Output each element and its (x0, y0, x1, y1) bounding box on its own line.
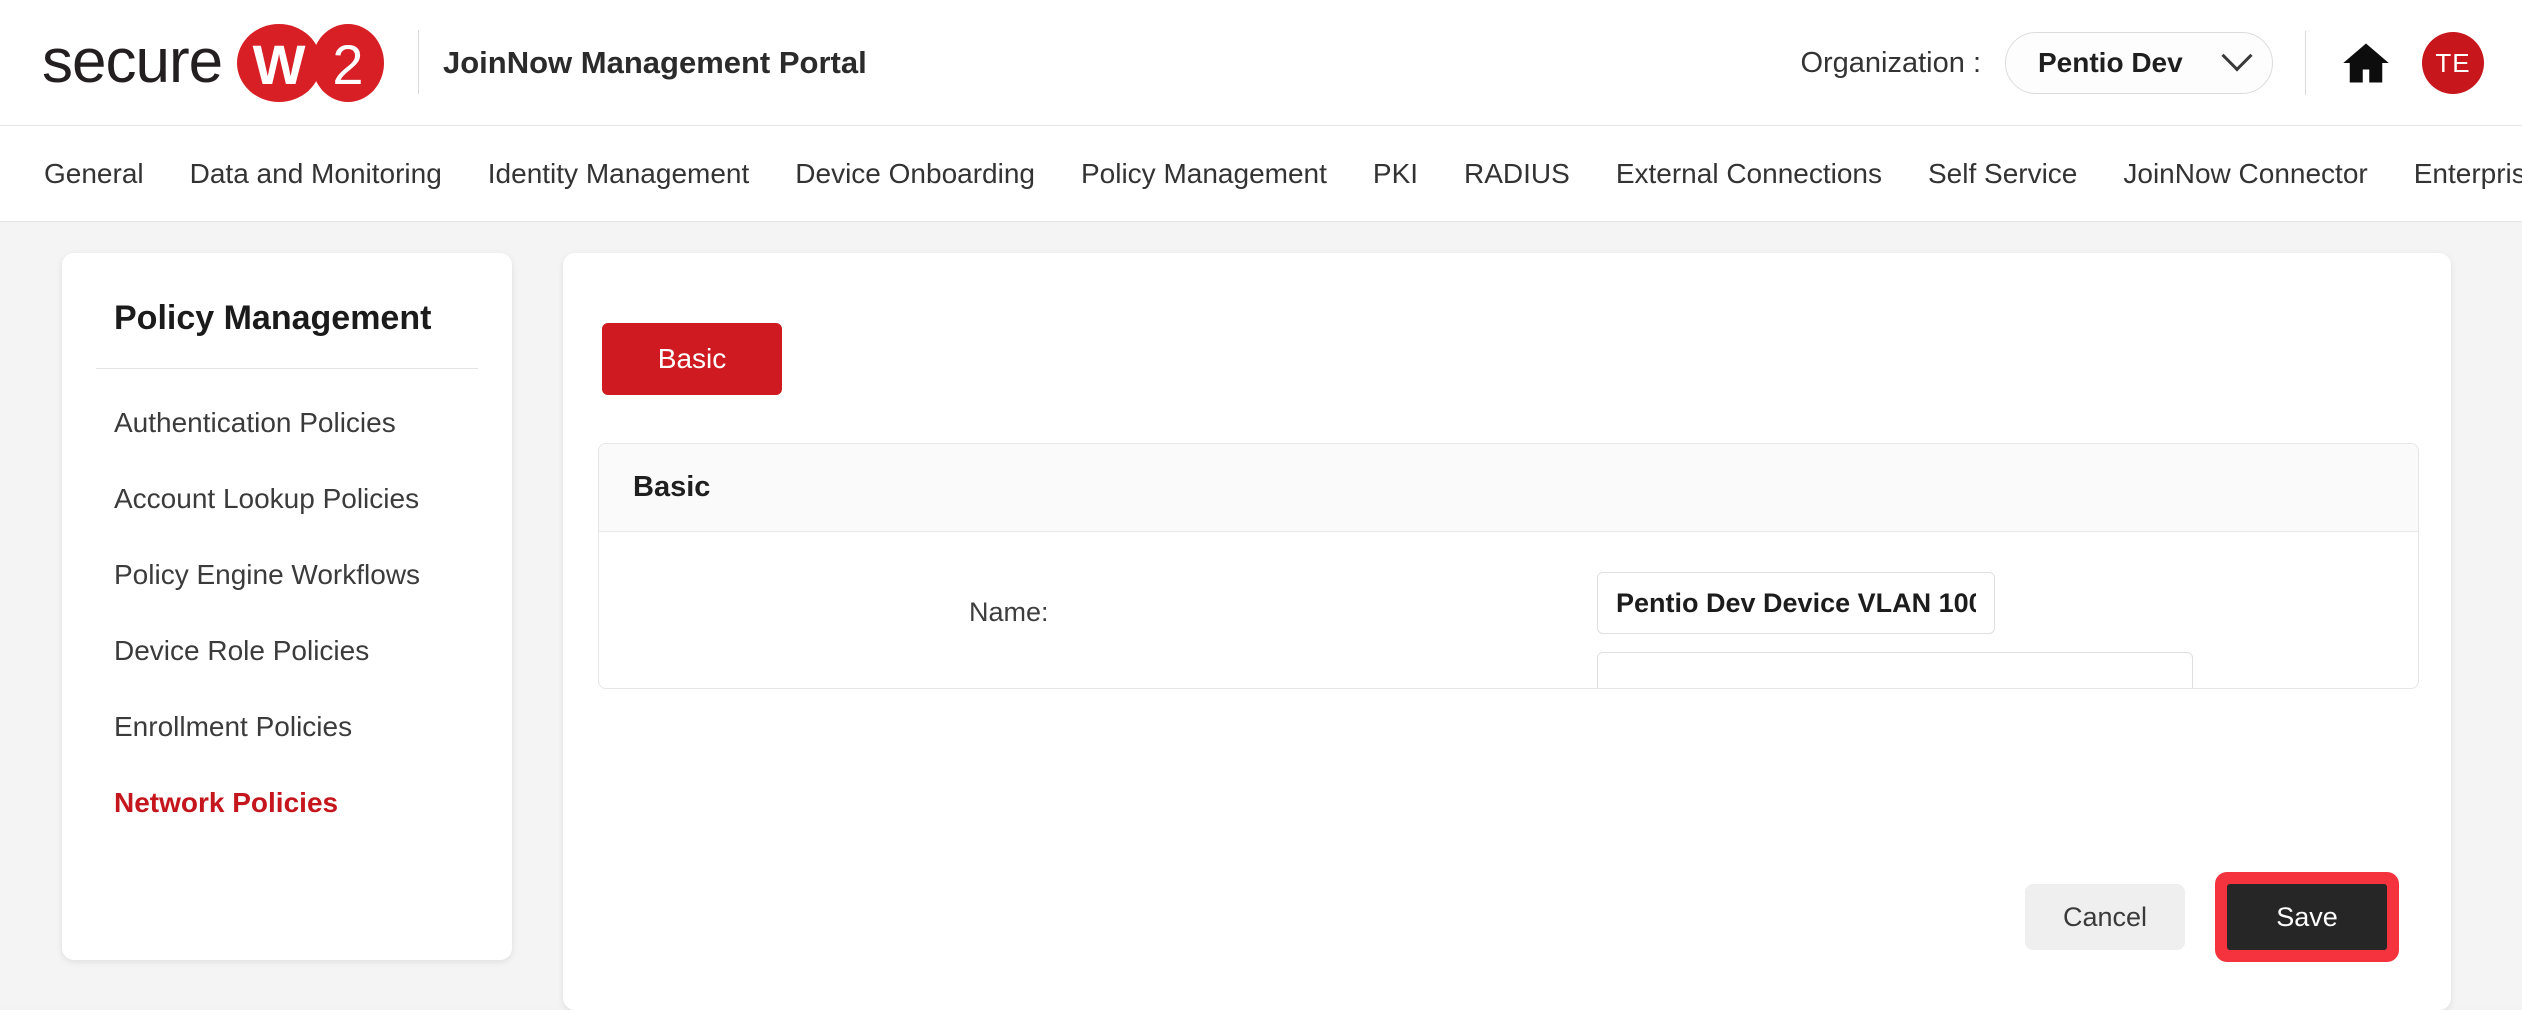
header-divider (418, 30, 419, 94)
app-header: secure W 2 JoinNow Management Portal Org… (0, 0, 2522, 126)
basic-panel-title: Basic (633, 471, 711, 503)
sidebar-item-enrollment-policies[interactable]: Enrollment Policies (94, 689, 480, 765)
name-input[interactable] (1597, 572, 1995, 634)
nav-item-enterprise-client[interactable]: Enterprise Client (2414, 158, 2522, 190)
sidebar-item-account-lookup-policies[interactable]: Account Lookup Policies (94, 461, 480, 537)
nav-item-device-onboarding[interactable]: Device Onboarding (795, 158, 1035, 190)
name-label: Name: (969, 597, 1049, 627)
nav-item-identity-management[interactable]: Identity Management (488, 158, 750, 190)
basic-panel-body: Name: Display Description: (599, 532, 2418, 688)
avatar[interactable]: TE (2422, 32, 2484, 94)
basic-panel: Basic Name: Display Description: (598, 443, 2419, 689)
tab-basic[interactable]: Basic (602, 323, 782, 395)
nav-item-policy-management[interactable]: Policy Management (1081, 158, 1327, 190)
nav-item-joinnow-connector[interactable]: JoinNow Connector (2123, 158, 2367, 190)
nav-item-data-and-monitoring[interactable]: Data and Monitoring (190, 158, 442, 190)
sidebar: Policy Management Authentication Policie… (62, 253, 512, 960)
sidebar-title: Policy Management (114, 299, 432, 337)
sidebar-item-network-policies[interactable]: Network Policies (94, 765, 480, 841)
svg-text:2: 2 (332, 33, 363, 96)
nav-item-self-service[interactable]: Self Service (1928, 158, 2077, 190)
sidebar-item-policy-engine-workflows[interactable]: Policy Engine Workflows (94, 537, 480, 613)
sidebar-item-authentication-policies[interactable]: Authentication Policies (94, 385, 480, 461)
nav-item-general[interactable]: General (44, 158, 144, 190)
tab-bar: Basic (602, 323, 782, 395)
svg-text:W: W (253, 33, 306, 96)
sidebar-item-device-role-policies[interactable]: Device Role Policies (94, 613, 480, 689)
organization-label: Organization : (1800, 46, 1981, 79)
nav-item-external-connections[interactable]: External Connections (1616, 158, 1882, 190)
cancel-button[interactable]: Cancel (2025, 884, 2185, 950)
save-button[interactable]: Save (2227, 884, 2387, 950)
securew2-logo-svg: secure W 2 (42, 24, 384, 102)
form-actions: Cancel Save (2025, 872, 2399, 962)
organization-selected-value: Pentio Dev (2038, 47, 2183, 78)
main-content-card: Basic Basic Name: Display Description: C… (563, 253, 2451, 1010)
basic-panel-header: Basic (599, 444, 2418, 532)
svg-text:secure: secure (42, 27, 222, 96)
header-right-controls: Organization : Pentio Dev TE (1800, 0, 2522, 126)
chevron-down-icon (2221, 40, 2253, 72)
save-button-highlight: Save (2215, 872, 2399, 962)
page-body: Policy Management Authentication Policie… (0, 223, 2522, 1010)
nav-item-radius[interactable]: RADIUS (1464, 158, 1570, 190)
page-title: JoinNow Management Portal (443, 45, 867, 80)
securew2-logo[interactable]: secure W 2 (42, 24, 407, 102)
home-icon[interactable] (2340, 37, 2392, 89)
organization-select[interactable]: Pentio Dev (2005, 32, 2273, 94)
main-navigation: General Data and Monitoring Identity Man… (0, 126, 2522, 222)
nav-item-pki[interactable]: PKI (1373, 158, 1418, 190)
display-description-textarea[interactable] (1597, 652, 2193, 688)
sidebar-list: Authentication Policies Account Lookup P… (94, 369, 480, 841)
header-right-divider (2305, 31, 2306, 95)
